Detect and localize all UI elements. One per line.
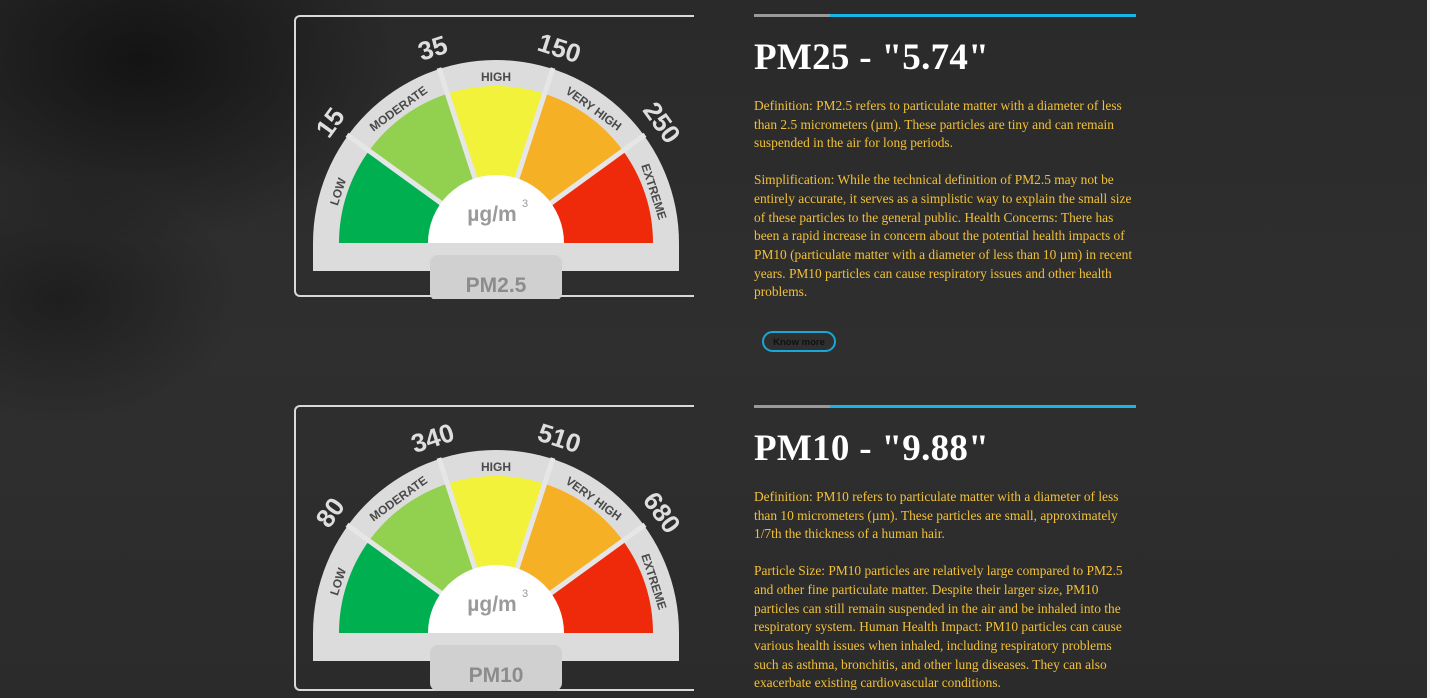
band-label-high: HIGH: [481, 70, 511, 84]
threshold-3: 510: [534, 417, 585, 459]
threshold-1: 15: [310, 102, 351, 143]
gauge-unit-sup: 3: [522, 588, 528, 600]
gauge-label: PM2.5: [466, 274, 527, 297]
threshold-2: 340: [407, 417, 458, 459]
pm10-definition: Definition: PM10 refers to particulate m…: [754, 489, 1119, 542]
gauge-unit: µg/m: [467, 203, 516, 226]
gauge-label: PM10: [469, 664, 524, 687]
gauge-unit: µg/m: [467, 593, 516, 616]
pm10-title: PM10 - "9.88": [754, 428, 990, 469]
gauge-unit-sup: 3: [522, 198, 528, 210]
pm25-info: PM25 - "5.74" Definition: PM2.5 refers t…: [754, 14, 1138, 302]
pm25-gauge-card: LOW MODERATE HIGH VERY HIGH EXTREME 15 3…: [294, 15, 694, 299]
know-more-button[interactable]: Know more: [762, 331, 836, 352]
pm25-simplification: Simplification: While the technical defi…: [754, 172, 1133, 300]
band-label-high: HIGH: [481, 460, 511, 474]
threshold-2: 35: [414, 29, 451, 66]
pm10-particle-size: Particle Size: PM10 particles are relati…: [754, 563, 1123, 691]
pm25-gauge: LOW MODERATE HIGH VERY HIGH EXTREME 15 3…: [310, 27, 687, 299]
pm10-gauge-card: LOW MODERATE HIGH VERY HIGH EXTREME 80 3…: [294, 405, 694, 691]
threshold-3: 150: [534, 27, 585, 69]
threshold-1: 80: [310, 492, 351, 533]
pm25-definition: Definition: PM2.5 refers to particulate …: [754, 98, 1122, 151]
pm10-info: PM10 - "9.88" Definition: PM10 refers to…: [754, 405, 1138, 693]
section-rule: [754, 405, 1136, 408]
pm10-gauge: LOW MODERATE HIGH VERY HIGH EXTREME 80 3…: [310, 417, 687, 691]
pm25-title: PM25 - "5.74": [754, 37, 990, 78]
section-rule: [754, 14, 1136, 17]
page-background: [0, 0, 1430, 698]
